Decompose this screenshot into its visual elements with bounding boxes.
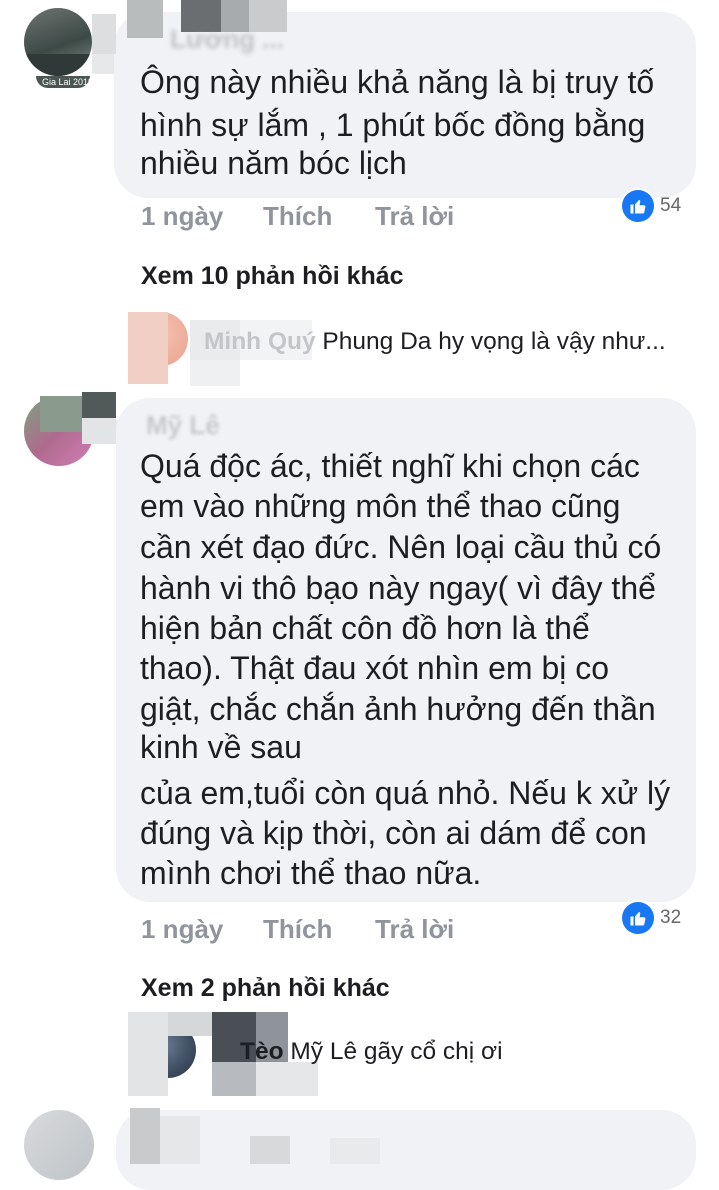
reaction-count: 54 — [660, 195, 682, 216]
comment-time[interactable]: 1 ngày — [141, 914, 223, 945]
reaction-summary[interactable]: 54 — [622, 190, 681, 222]
avatar[interactable] — [24, 1110, 94, 1180]
view-more-replies-link[interactable]: Xem 2 phản hồi khác — [141, 974, 390, 1003]
comment-time[interactable]: 1 ngày — [141, 201, 223, 232]
reply-author[interactable]: Minh Quý — [204, 328, 316, 355]
comment-text-line: Quá độc ác, thiết nghĩ khi chọn các — [140, 448, 640, 484]
comment-text-line: đúng và kịp thời, còn ai dám để con — [140, 815, 647, 851]
comment-text-line: em vào những môn thể thao cũng — [140, 488, 621, 524]
like-icon — [622, 902, 654, 934]
comment-text-line: mình chơi thể thao nữa. — [140, 855, 482, 891]
comment: Gia Lai 2019 Gia Lai 2019 Lương ... Ông … — [0, 0, 719, 390]
comment-text-line: kinh về sau — [140, 729, 302, 765]
reply-author[interactable]: Tèo — [240, 1038, 284, 1065]
comment-partial — [0, 1100, 719, 1190]
comment-bubble[interactable] — [116, 1110, 696, 1190]
comment-text-line: hình sự lắm , 1 phút bốc đồng bằng — [140, 107, 646, 143]
like-button[interactable]: Thích — [263, 201, 332, 232]
comment-author[interactable]: Mỹ Lê — [146, 410, 220, 441]
comment-author[interactable]: Lương ... — [170, 24, 284, 55]
like-button[interactable]: Thích — [263, 914, 332, 945]
reply-preview[interactable]: Minh Quý Phung Da hy vọng là vậy như... — [204, 328, 666, 356]
comment-text-line: nhiều năm bóc lịch — [140, 145, 407, 181]
avatar[interactable]: Gia Lai 2019 — [24, 8, 92, 76]
avatar-caption-text: Gia Lai 2019 — [42, 77, 94, 87]
comment-text-line: hiện bản chất côn đồ hơn là thể — [140, 610, 590, 646]
reply-button[interactable]: Trả lời — [375, 914, 454, 945]
comment-text-line: cần xét đạo đức. Nên loại cầu thủ có — [140, 529, 662, 565]
comment-text-line: giật, chắc chắn ảnh hưởng đến thần — [140, 691, 656, 727]
view-more-replies-link[interactable]: Xem 10 phản hồi khác — [141, 262, 404, 291]
comment-text-line: Ông này nhiều khả năng là bị truy tố — [140, 64, 655, 100]
reaction-count: 32 — [660, 907, 682, 928]
like-icon — [622, 190, 654, 222]
reply-text: Mỹ Lê gãy cổ chị ơi — [290, 1038, 503, 1065]
reply-button[interactable]: Trả lời — [375, 201, 454, 232]
comment-text-line: hành vi thô bạo này ngay( vì đây thể — [140, 570, 656, 606]
reply-preview[interactable]: Tèo Mỹ Lê gãy cổ chị ơi — [240, 1038, 503, 1066]
reply-text: Phung Da hy vọng là vậy như... — [322, 328, 666, 355]
reaction-summary[interactable]: 32 — [622, 902, 681, 934]
comment-text-line: thao). Thật đau xót nhìn em bị co — [140, 650, 610, 686]
comment-text-line: của em,tuổi còn quá nhỏ. Nếu k xử lý — [140, 775, 671, 811]
comment: Mỹ Lê Quá độc ác, thiết nghĩ khi chọn cá… — [0, 390, 719, 1096]
